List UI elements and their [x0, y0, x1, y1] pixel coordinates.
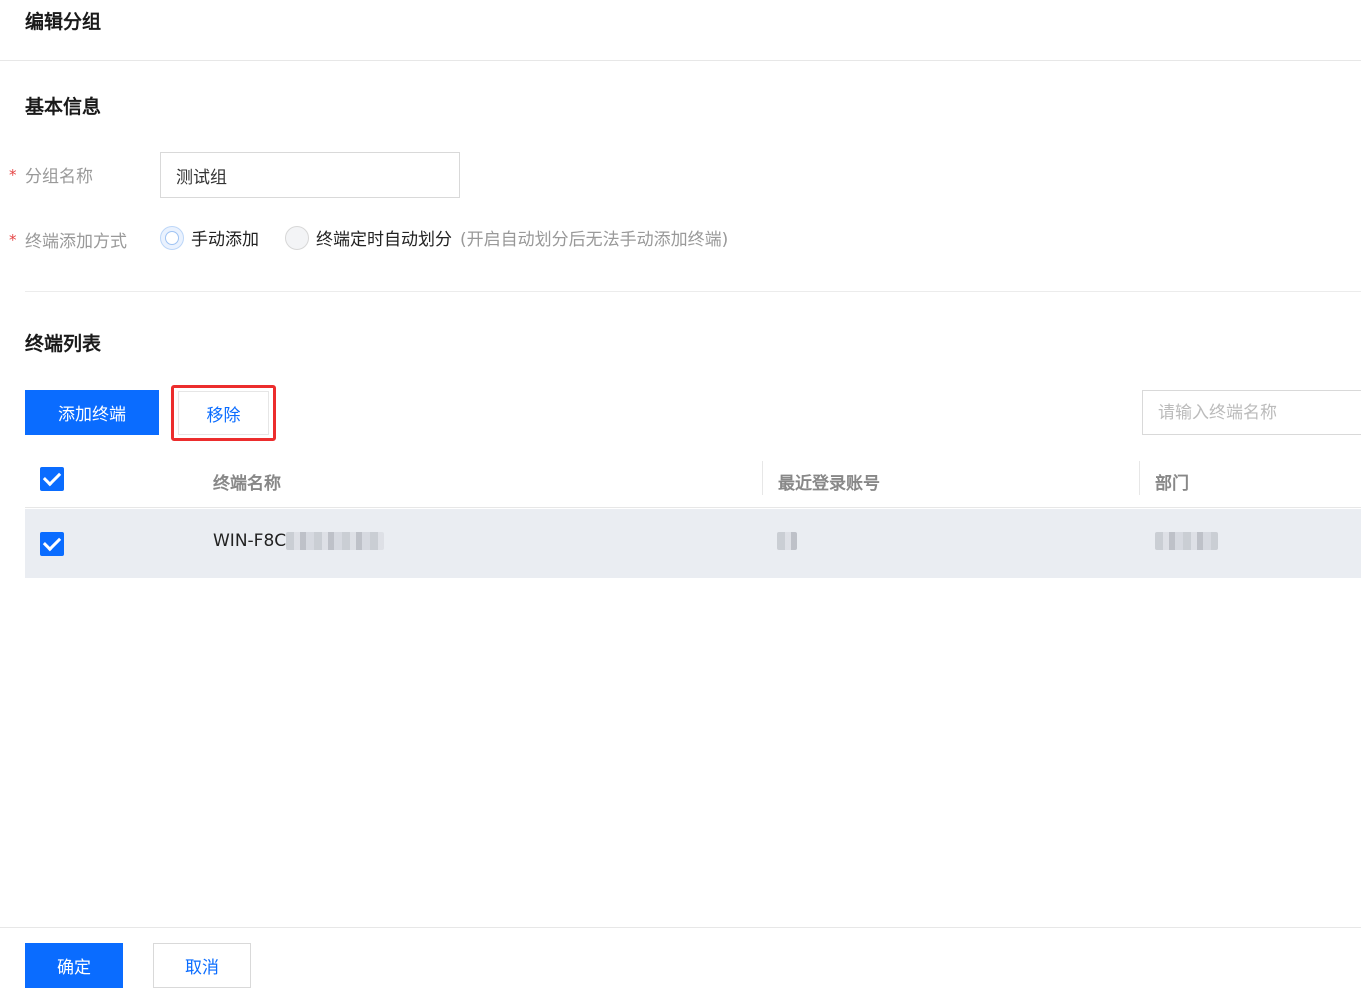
column-header-department: 部门	[1155, 474, 1189, 494]
section-divider	[25, 291, 1361, 292]
basic-info-title: 基本信息	[25, 96, 102, 118]
add-mode-label: 终端添加方式	[25, 232, 127, 252]
radio-unchecked-icon	[285, 225, 309, 250]
table-header: 终端名称 最近登录账号 部门	[25, 455, 1361, 508]
radio-manual-add-label: 手动添加	[191, 230, 259, 250]
terminal-search-input[interactable]	[1142, 390, 1361, 435]
row-checkbox[interactable]	[40, 532, 64, 556]
radio-checked-icon	[160, 225, 184, 250]
radio-manual-add[interactable]: 手动添加	[160, 225, 259, 250]
terminal-list-title: 终端列表	[25, 333, 102, 355]
confirm-button[interactable]: 确定	[25, 943, 123, 988]
redacted-mosaic	[1155, 532, 1218, 550]
column-header-terminal-name: 终端名称	[213, 474, 281, 494]
auto-assign-hint: (开启自动划分后无法手动添加终端)	[460, 230, 729, 250]
group-name-label: 分组名称	[25, 167, 93, 187]
header-divider	[0, 60, 1361, 61]
required-mark: *	[9, 166, 17, 184]
terminal-name-text: WIN-F8C	[213, 531, 287, 551]
redacted-mosaic	[286, 532, 385, 550]
required-mark: *	[9, 231, 17, 249]
last-login-cell	[777, 531, 797, 551]
column-header-last-login: 最近登录账号	[778, 474, 880, 494]
remove-button-highlight: 移除	[171, 385, 276, 441]
terminal-name-cell: WIN-F8C	[213, 531, 385, 551]
add-terminal-button[interactable]: 添加终端	[25, 390, 159, 435]
add-mode-radio-group: 手动添加 终端定时自动划分 (开启自动划分后无法手动添加终端)	[160, 225, 728, 250]
redacted-mosaic	[777, 532, 797, 550]
group-name-input[interactable]	[160, 152, 460, 198]
footer-divider	[0, 927, 1361, 928]
radio-auto-assign-label: 终端定时自动划分	[316, 230, 452, 250]
table-row[interactable]: WIN-F8C	[25, 509, 1361, 578]
column-separator	[1139, 461, 1140, 495]
select-all-checkbox[interactable]	[40, 467, 64, 491]
department-cell	[1155, 531, 1218, 551]
cancel-button[interactable]: 取消	[153, 943, 251, 988]
page-title: 编辑分组	[25, 11, 102, 33]
column-separator	[762, 461, 763, 495]
remove-button[interactable]: 移除	[178, 391, 269, 435]
radio-auto-assign[interactable]: 终端定时自动划分	[285, 225, 452, 250]
